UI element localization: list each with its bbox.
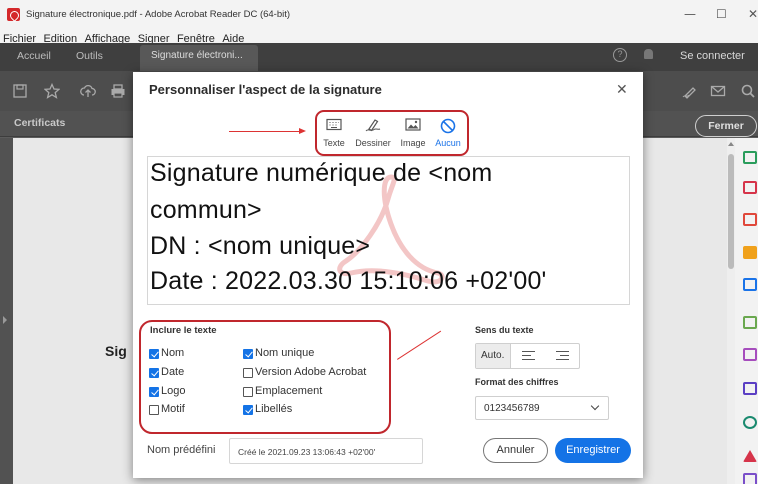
preset-name-label: Nom prédéfini xyxy=(147,444,216,456)
preset-name-field[interactable]: Créé le 2021.09.23 13:06:43 +02'00' xyxy=(229,438,423,464)
save-icon[interactable] xyxy=(12,83,28,99)
checkbox-motif-box[interactable] xyxy=(149,405,159,415)
page-signature-text: Sig xyxy=(105,343,127,359)
cloud-upload-icon[interactable] xyxy=(80,83,96,99)
dialog-close-button[interactable]: ✕ xyxy=(616,82,628,98)
tab-document[interactable]: Signature électroni... xyxy=(140,45,258,71)
align-right-icon xyxy=(556,351,569,363)
annotation-arrowhead xyxy=(299,128,306,134)
menu-bar: Fichier Edition Affichage Signer Fenêtre… xyxy=(0,29,758,45)
mode-dessiner-label: Dessiner xyxy=(355,138,391,148)
close-window-button[interactable]: ✕ xyxy=(748,7,758,21)
number-format-heading: Format des chiffres xyxy=(475,377,559,387)
mode-aucun-label: Aucun xyxy=(435,138,461,148)
preview-line-1: Signature numérique de <nom xyxy=(150,159,493,187)
send-icon[interactable] xyxy=(743,416,757,429)
window-title: Signature électronique.pdf - Adobe Acrob… xyxy=(26,9,291,20)
preview-line-3: DN : <nom unique> xyxy=(150,232,371,260)
edit-pdf-icon[interactable] xyxy=(743,213,757,226)
cancel-button[interactable]: Annuler xyxy=(483,438,548,463)
checkbox-emplacement-label: Emplacement xyxy=(255,385,323,397)
acrobat-logo-icon xyxy=(7,8,20,21)
include-text-group: Inclure le texte Nom Date Logo Motif Nom… xyxy=(139,320,391,434)
checkbox-nom-box[interactable] xyxy=(149,349,159,359)
annotation-diagonal-line xyxy=(397,330,442,360)
include-text-heading: Inclure le texte xyxy=(150,325,217,336)
checkbox-emplacement-box[interactable] xyxy=(243,387,253,397)
sign-pen-icon[interactable] xyxy=(682,83,698,99)
tab-outils[interactable]: Outils xyxy=(76,50,103,62)
signature-preview: Signature numérique de <nom commun> DN :… xyxy=(147,156,630,305)
checkbox-date-label: Date xyxy=(161,366,185,378)
help-icon[interactable]: ? xyxy=(613,48,627,62)
checkbox-nom-unique-box[interactable] xyxy=(243,349,253,359)
annotation-arrow-line xyxy=(229,131,300,132)
checkbox-libelles-box[interactable] xyxy=(243,405,253,415)
checkbox-date-box[interactable] xyxy=(149,368,159,378)
align-left-icon xyxy=(522,351,535,363)
tab-bar: Accueil Outils Signature électroni... ? … xyxy=(0,43,758,71)
print-icon[interactable] xyxy=(110,83,126,99)
keyboard-icon xyxy=(326,118,342,136)
checkbox-motif-label: Motif xyxy=(161,403,185,415)
preset-name-value: Créé le 2021.09.23 13:06:43 +02'00' xyxy=(238,447,376,457)
tab-accueil[interactable]: Accueil xyxy=(17,50,51,62)
mode-image-label: Image xyxy=(400,138,426,148)
maximize-button[interactable]: ☐ xyxy=(716,7,727,21)
checkbox-nom-unique-label: Nom unique xyxy=(255,347,315,359)
chevron-down-icon xyxy=(590,401,600,411)
image-icon xyxy=(405,118,421,136)
tab-document-label: Signature électroni... xyxy=(151,50,243,61)
signature-appearance-dialog: Personnaliser l'aspect de la signature ✕… xyxy=(133,72,643,478)
tools-right-panel xyxy=(735,138,758,484)
search-icon[interactable] xyxy=(740,83,756,99)
more-tools-icon[interactable] xyxy=(743,473,757,484)
export-pdf-icon[interactable] xyxy=(743,151,757,164)
left-panel-toggle[interactable] xyxy=(0,138,13,484)
protect-icon[interactable] xyxy=(743,348,757,361)
number-format-value: 0123456789 xyxy=(484,403,540,414)
fill-sign-icon[interactable] xyxy=(743,382,757,395)
scroll-up-icon[interactable] xyxy=(728,142,734,146)
sign-in-link[interactable]: Se connecter xyxy=(680,50,745,62)
checkbox-version-label: Version Adobe Acrobat xyxy=(255,366,367,378)
direction-auto-button[interactable]: Auto. xyxy=(476,344,511,368)
checkbox-version-box[interactable] xyxy=(243,368,253,378)
preview-line-4: Date : 2022.03.30 15:10:06 +02'00' xyxy=(150,267,547,295)
organize-icon[interactable] xyxy=(743,316,757,329)
vertical-scrollbar[interactable] xyxy=(727,138,735,484)
number-format-select[interactable]: 0123456789 xyxy=(475,396,609,420)
star-icon[interactable] xyxy=(43,82,61,99)
text-direction-heading: Sens du texte xyxy=(475,325,534,335)
direction-auto-label: Auto. xyxy=(481,350,505,361)
combine-icon[interactable] xyxy=(743,278,757,291)
save-button[interactable]: Enregistrer xyxy=(555,438,631,463)
align-right-button[interactable] xyxy=(546,344,580,368)
mail-icon[interactable] xyxy=(710,83,726,99)
dialog-title: Personnaliser l'aspect de la signature xyxy=(149,82,382,97)
none-icon xyxy=(440,118,456,139)
minimize-button[interactable]: — xyxy=(684,7,696,21)
bell-icon[interactable] xyxy=(644,49,653,59)
redact-icon[interactable] xyxy=(743,450,757,462)
expand-arrow-icon[interactable] xyxy=(3,316,7,324)
pen-icon xyxy=(365,118,381,137)
checkbox-nom-label: Nom xyxy=(161,347,185,359)
comment-icon[interactable] xyxy=(743,246,757,259)
checkbox-logo-box[interactable] xyxy=(149,387,159,397)
mode-texte-label: Texte xyxy=(323,138,345,148)
fermer-button[interactable]: Fermer xyxy=(695,115,757,137)
create-pdf-icon[interactable] xyxy=(743,181,757,194)
certificates-label: Certificats xyxy=(14,117,66,129)
signature-mode-group: Texte Dessiner Image Aucun xyxy=(315,110,469,156)
text-direction-group: Auto. xyxy=(475,343,580,369)
checkbox-libelles-label: Libellés xyxy=(255,403,293,415)
align-left-button[interactable] xyxy=(512,344,546,368)
scrollbar-thumb[interactable] xyxy=(728,154,734,269)
checkbox-logo-label: Logo xyxy=(161,385,186,397)
title-bar: Signature électronique.pdf - Adobe Acrob… xyxy=(0,0,758,32)
preview-line-2: commun> xyxy=(150,196,262,224)
